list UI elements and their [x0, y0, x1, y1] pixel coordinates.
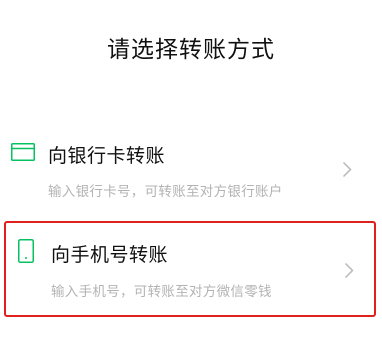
phone-option-description: 输入手机号，可转账至对方微信零钱	[51, 284, 272, 300]
transfer-option-bank-card[interactable]: 向银行卡转账 输入银行卡号，可转账至对方银行账户	[0, 126, 382, 212]
bank-card-icon	[11, 143, 35, 165]
chevron-right-icon	[344, 262, 354, 283]
page-title: 请选择转账方式	[107, 37, 275, 63]
mobile-phone-icon	[18, 239, 34, 267]
bank-card-option-description: 输入银行卡号，可转账至对方银行账户	[48, 184, 283, 200]
chevron-right-icon	[342, 161, 352, 182]
phone-option-label: 向手机号转账	[51, 244, 169, 266]
bank-card-option-label: 向银行卡转账	[48, 145, 166, 167]
transfer-option-phone-number[interactable]: 向手机号转账 输入手机号，可转账至对方微信零钱	[4, 221, 376, 317]
